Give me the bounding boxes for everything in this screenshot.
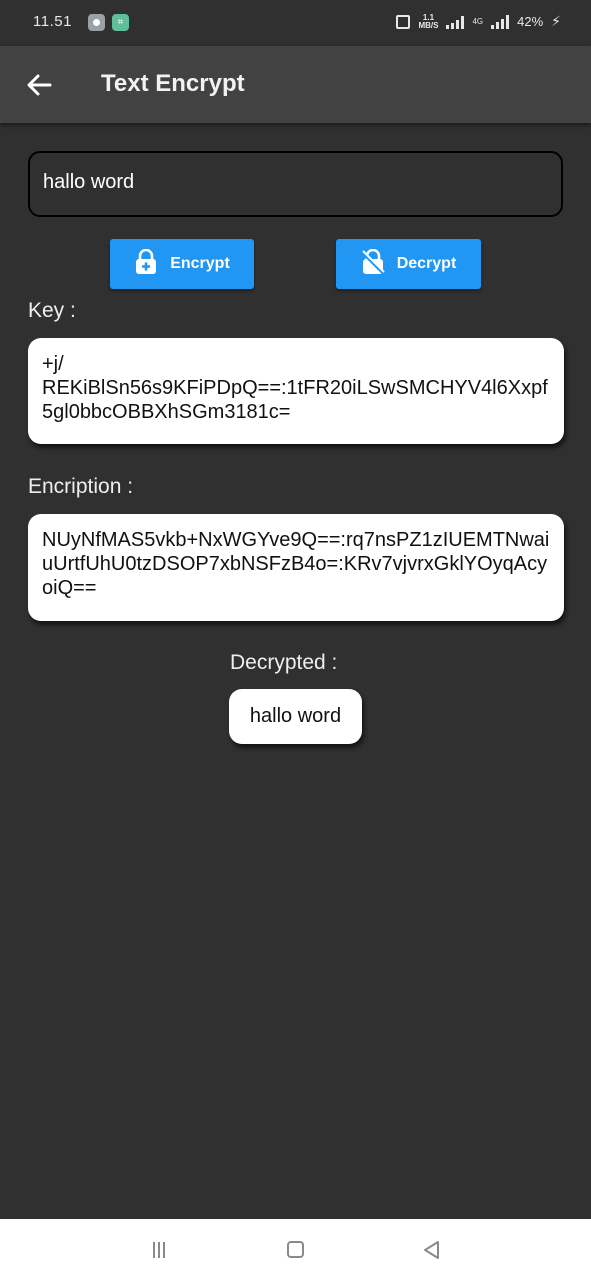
encryption-value: NUyNfMAS5vkb+NxWGYve9Q==:rq7nsPZ1zIUEMTN… (42, 529, 550, 599)
lock-open-slash-icon (360, 248, 385, 280)
encrypt-button[interactable]: Encrypt (110, 239, 254, 289)
cell-signal-icon (491, 14, 510, 29)
encryption-value-card: NUyNfMAS5vkb+NxWGYve9Q==:rq7nsPZ1zIUEMTN… (28, 514, 564, 621)
back-triangle-icon[interactable] (421, 1239, 441, 1261)
network-speed: 1.1 MB/S (418, 13, 439, 30)
key-value: +j/ REKiBlSn56s9KFiPDpQ==:1tFR20iLSwSMCH… (42, 353, 548, 423)
network-speed-unit: MB/S (418, 20, 439, 30)
page-title: Text Encrypt (101, 70, 245, 97)
lock-plus-icon (134, 248, 158, 280)
arrow-left-icon[interactable] (22, 68, 56, 102)
plaintext-input[interactable]: hallo word (28, 151, 563, 217)
battery-level: 42% (517, 14, 544, 29)
vibrate-icon (396, 14, 411, 29)
status-bar: 11.51 ⌗ 1.1 MB/S 4G 42% ⚡ (0, 0, 591, 46)
app-bar: Text Encrypt (0, 46, 591, 123)
recent-apps-icon[interactable] (150, 1241, 168, 1259)
settings-notification-icon (88, 14, 105, 31)
encryption-label: Encription : (28, 475, 134, 498)
decrypt-button[interactable]: Decrypt (336, 239, 481, 289)
encrypt-button-label: Encrypt (170, 255, 230, 272)
status-indicators: 1.1 MB/S 4G 42% ⚡ (396, 13, 561, 30)
charging-icon: ⚡ (551, 13, 561, 29)
wifi-signal-icon (446, 15, 465, 29)
home-square-icon[interactable] (287, 1241, 304, 1258)
network-type: 4G (472, 17, 484, 26)
key-label: Key : (28, 299, 76, 322)
status-time: 11.51 (33, 13, 72, 30)
app-notification-icon: ⌗ (112, 14, 129, 31)
system-nav-bar (0, 1219, 591, 1280)
decrypted-label: Decrypted : (230, 651, 338, 674)
decrypted-value-card: hallo word (229, 689, 362, 744)
decrypt-button-label: Decrypt (396, 255, 457, 272)
key-value-card: +j/ REKiBlSn56s9KFiPDpQ==:1tFR20iLSwSMCH… (28, 338, 564, 444)
decrypted-value: hallo word (249, 705, 342, 727)
